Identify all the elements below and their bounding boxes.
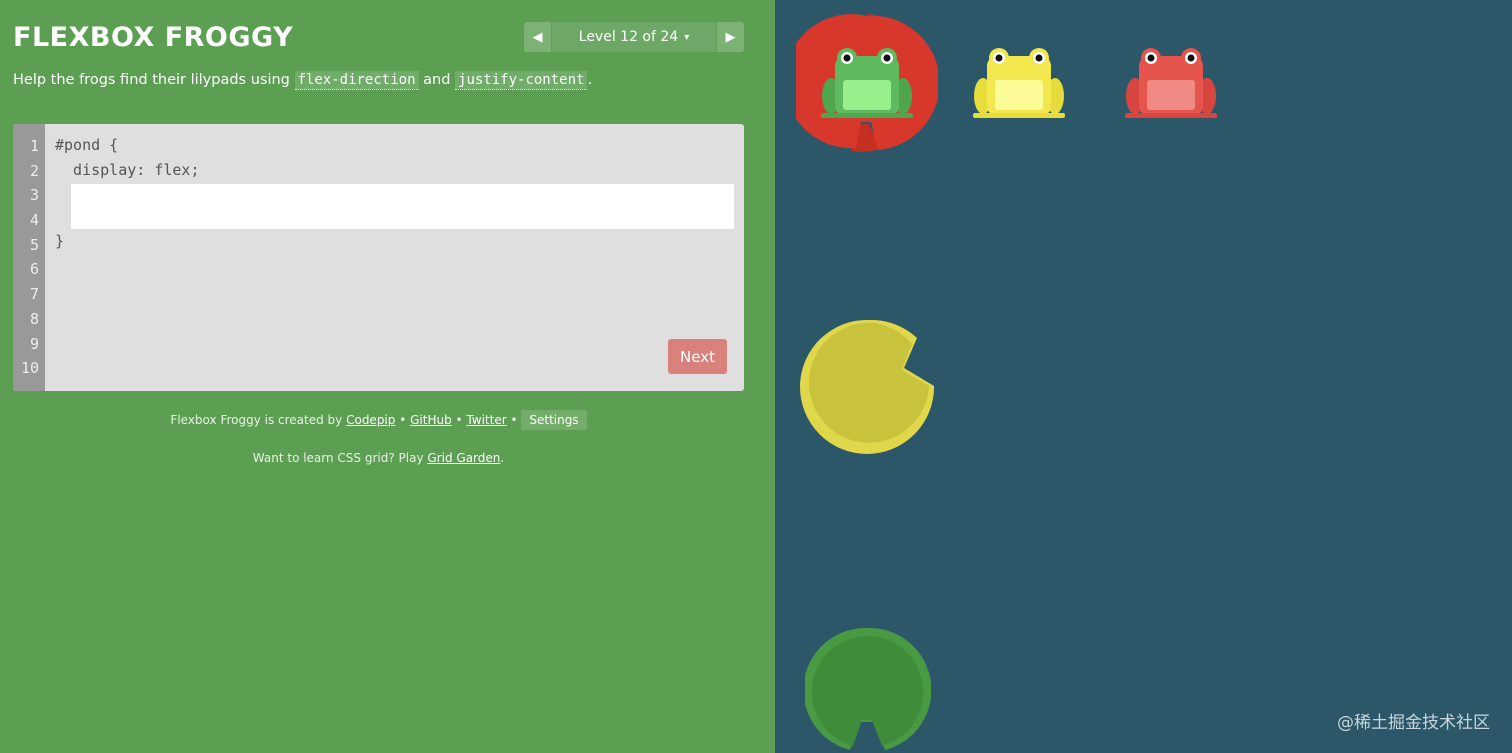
- separator: •: [395, 413, 411, 427]
- separator: •: [451, 413, 467, 427]
- github-link[interactable]: GitHub: [410, 413, 452, 427]
- line-number: 8: [29, 309, 39, 328]
- app-title: FLEXBOX FROGGY: [13, 22, 294, 53]
- line-number: 2: [29, 161, 39, 180]
- level-indicator-label: Level 12 of 24: [578, 29, 679, 45]
- flex-direction-help-link[interactable]: flex-direction: [294, 71, 419, 90]
- css-code-input[interactable]: [71, 184, 734, 229]
- separator: •: [506, 413, 522, 427]
- justify-content-help-link[interactable]: justify-content: [455, 71, 588, 90]
- promo-text: Want to learn CSS grid? Play: [252, 451, 428, 465]
- grid-garden-link[interactable]: Grid Garden: [427, 451, 500, 465]
- line-number: 4: [29, 211, 39, 230]
- code-line-display: display: flex;: [55, 161, 200, 179]
- red-frog: [1125, 48, 1217, 118]
- sidebar: FLEXBOX FROGGY ◀ Level 12 of 24 ▾ ▶ Help…: [0, 0, 775, 753]
- line-number-gutter: 1 2 3 4 5 6 7 8 9 10: [13, 124, 45, 391]
- instructions-text: and: [418, 72, 456, 88]
- credits-text: Flexbox Froggy is created by: [170, 413, 347, 427]
- line-number: 9: [29, 334, 39, 353]
- promo-text: .: [500, 451, 505, 465]
- settings-button[interactable]: Settings: [521, 410, 587, 430]
- css-editor: 1 2 3 4 5 6 7 8 9 10 #pond { display: fl…: [13, 124, 744, 391]
- yellow-frog: [973, 48, 1065, 118]
- prev-level-button[interactable]: ◀: [524, 22, 551, 52]
- level-indicator-dropdown[interactable]: Level 12 of 24 ▾: [551, 22, 717, 52]
- twitter-link[interactable]: Twitter: [466, 413, 506, 427]
- line-number: 10: [20, 359, 39, 378]
- caret-down-icon: ▾: [684, 31, 690, 43]
- next-level-button[interactable]: ▶: [717, 22, 744, 52]
- instructions-text: .: [587, 72, 593, 88]
- credits: Flexbox Froggy is created by Codepip • G…: [0, 410, 757, 430]
- code-line-closing-brace: }: [55, 232, 65, 250]
- code-line-selector: #pond {: [55, 136, 119, 154]
- next-button[interactable]: Next: [668, 339, 727, 374]
- instructions: Help the frogs find their lilypads using…: [13, 71, 593, 90]
- green-lilypad: [805, 627, 931, 750]
- watermark: @稀土掘金技术社区: [1337, 713, 1490, 733]
- pond-board: @稀土掘金技术社区: [775, 0, 1512, 753]
- triangle-right-icon: ▶: [725, 29, 736, 45]
- level-navigator: ◀ Level 12 of 24 ▾ ▶: [524, 22, 744, 52]
- line-number: 5: [29, 235, 39, 254]
- triangle-left-icon: ◀: [532, 29, 543, 45]
- line-number: 7: [29, 285, 39, 304]
- line-number: 3: [29, 186, 39, 205]
- yellow-lilypad: [800, 319, 935, 454]
- codepip-link[interactable]: Codepip: [346, 413, 395, 427]
- instructions-text: Help the frogs find their lilypads using: [13, 72, 295, 88]
- line-number: 1: [29, 137, 39, 155]
- green-frog: [821, 48, 913, 118]
- grid-garden-promo: Want to learn CSS grid? Play Grid Garden…: [0, 451, 757, 465]
- line-number: 6: [29, 260, 39, 279]
